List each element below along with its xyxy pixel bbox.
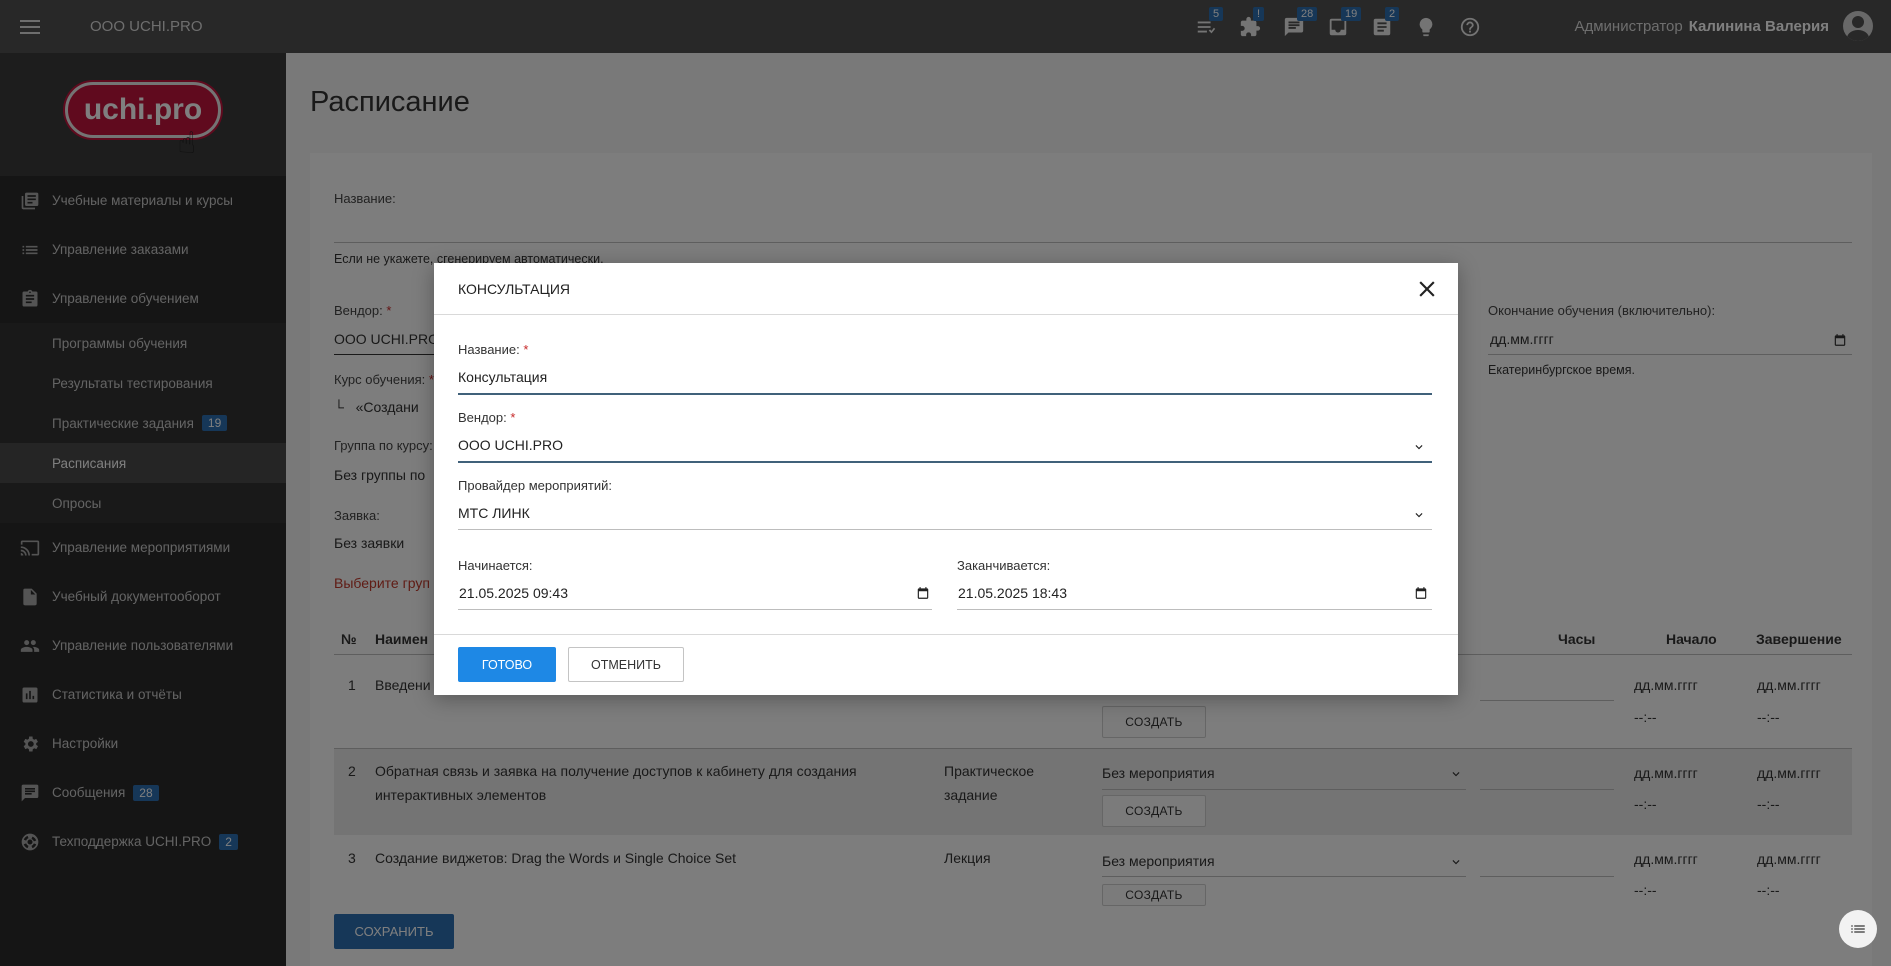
dialog-footer: ГОТОВО ОТМЕНИТЬ — [434, 634, 1458, 695]
end-label: Заканчивается: — [957, 558, 1051, 573]
dialog-header: КОНСУЛЬТАЦИЯ — [434, 263, 1458, 315]
cancel-button[interactable]: ОТМЕНИТЬ — [568, 647, 684, 682]
vendor-select[interactable]: ООО UCHI.PRO — [458, 437, 563, 453]
chevron-down-icon — [1415, 445, 1423, 450]
chevron-down-icon — [1415, 513, 1423, 518]
end-datetime-input[interactable]: 21.05.2025 18:43 — [958, 585, 1067, 601]
provider-select[interactable]: МТС ЛИНК — [458, 505, 530, 521]
name-label: Название: * — [458, 342, 529, 357]
calendar-icon[interactable] — [916, 586, 930, 600]
list-icon[interactable] — [1839, 910, 1877, 948]
vendor-label: Вендор: * — [458, 410, 516, 425]
start-datetime-input[interactable]: 21.05.2025 09:43 — [459, 585, 568, 601]
calendar-icon[interactable] — [1414, 586, 1428, 600]
name-input[interactable]: Консультация — [458, 369, 547, 385]
done-button[interactable]: ГОТОВО — [458, 647, 556, 682]
provider-label: Провайдер мероприятий: — [458, 478, 613, 493]
consultation-dialog: КОНСУЛЬТАЦИЯ Название: * Консультация Ве… — [434, 263, 1458, 695]
dialog-title: КОНСУЛЬТАЦИЯ — [458, 280, 570, 297]
start-label: Начинается: — [458, 558, 533, 573]
close-icon[interactable] — [1414, 276, 1440, 302]
